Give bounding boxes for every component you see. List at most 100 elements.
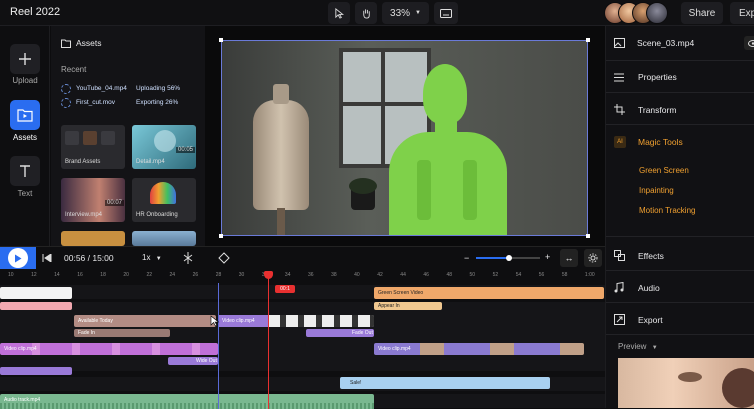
audio-label: Audio [638,283,660,293]
ruler-tick-label: 12 [31,272,37,278]
fit-icon[interactable]: ↔ [560,249,578,267]
plus-icon [17,51,33,67]
resize-handle[interactable] [586,38,590,42]
ruler-tick-label: 48 [446,272,452,278]
resize-handle[interactable] [586,234,590,238]
split-icon[interactable] [182,252,194,264]
ruler-tick-label: 38 [331,272,337,278]
track [0,302,605,316]
asset-duration: 00:07 [105,200,124,206]
tool-green-screen[interactable]: Green Screen [639,166,689,175]
available-today-clip[interactable]: Available Today [74,315,216,327]
playhead[interactable] [268,271,269,409]
resize-handle[interactable] [219,234,223,238]
fade-in-clip[interactable]: Fade In [74,329,170,337]
skip-icons[interactable] [42,254,60,262]
resize-handle[interactable] [219,38,223,42]
crop-icon [614,104,625,115]
video-clip-2[interactable]: Video clip.mp4 [218,315,374,327]
avatar[interactable] [646,2,668,24]
visibility-toggle[interactable] [744,36,754,50]
animate-out-clip[interactable] [0,302,72,310]
play-icon [14,254,22,263]
keyboard-button[interactable] [434,2,458,24]
preview-canvas [205,26,605,246]
video-clip-3[interactable]: Video clip.mp4 [374,343,584,355]
file-row[interactable]: Scene_03.mp4 [614,38,694,48]
ruler-tick-label: 42 [377,272,383,278]
asset-interview[interactable]: 00:07 Interview.mp4 [61,178,125,222]
zoom-out-icon[interactable]: − [464,253,469,263]
properties-row[interactable]: Properties [614,72,677,82]
ruler-tick-label: 50 [470,272,476,278]
asset-detail[interactable]: 00:05 Detail.mp4 [132,125,196,169]
time-display: 00:56 / 15:00 [64,253,114,263]
zoom-slider-fill [476,257,508,259]
share-button[interactable]: Share [681,2,723,24]
gear-icon [588,253,598,263]
video-clip-1[interactable]: Video clip.mp4 [0,343,218,355]
ruler-tick-label: 52 [493,272,499,278]
fade-out-clip[interactable]: Fade Out [306,329,374,337]
asset-thumb[interactable] [132,231,196,246]
play-button[interactable] [8,248,28,268]
export-label: Export [638,315,663,325]
zoom-slider-thumb[interactable] [506,255,512,261]
clip-label: Video clip.mp4 [218,315,268,327]
recent-label: Recent [61,65,86,74]
play-button-area[interactable] [0,247,36,269]
wide-out-clip[interactable]: Wide Out [168,357,218,365]
ruler-tick-label: 24 [170,272,176,278]
export-file-name: First_cut.mov [76,99,115,106]
tool-inpainting[interactable]: Inpainting [639,186,674,195]
preview-label: Preview [618,342,646,351]
project-title: Reel 2022 [10,6,60,18]
zoom-slider[interactable] [476,257,540,259]
assets-button[interactable] [10,100,40,130]
upload-button[interactable] [10,44,40,74]
zoom-in-icon[interactable]: + [545,252,550,262]
export-status: Exporting 26% [136,99,178,106]
sale-clip[interactable]: Sale! [340,377,550,389]
speed-select[interactable]: 1x ▼ [142,253,162,262]
asset-hr-onboarding[interactable]: HR Onboarding [132,178,196,222]
marker-label: 00:1 [275,285,295,293]
top-bar: Reel 2022 33% ▼ Share Exp [0,0,754,26]
ai-icon: AI [614,136,626,148]
chevron-down-icon: ▼ [415,10,421,16]
export-row[interactable]: Export [614,314,663,325]
effects-row[interactable]: Effects [614,250,664,261]
ruler-tick-label: 44 [400,272,406,278]
ruler-tick-label: 46 [423,272,429,278]
cursor-tool-button[interactable] [328,2,350,24]
export-button[interactable]: Exp [730,2,754,24]
text-button[interactable] [10,156,40,186]
ruler-tick-label: 30 [239,272,245,278]
zoom-select[interactable]: 33% ▼ [382,2,429,24]
folder-icon [61,39,71,48]
keyframe-icon[interactable] [218,252,230,264]
asset-label: HR Onboarding [136,212,178,218]
hand-tool-button[interactable] [355,2,377,24]
asset-brand-assets[interactable]: Brand Assets [61,125,125,169]
chevron-down-icon: ▼ [156,256,162,262]
selection-box[interactable] [221,40,588,236]
cursor-icon [210,315,220,327]
settings-button[interactable] [584,249,602,267]
timeline: 00:56 / 15:00 1x ▼ − + ↔ 101214161820222… [0,246,605,408]
green-screen-clip[interactable]: Green Screen Video [374,287,604,299]
asset-duration: 00:05 [176,147,195,153]
appear-clip[interactable]: Appear In [374,302,442,310]
transform-label: Transform [638,105,676,115]
ruler-tick-label: 16 [77,272,83,278]
asset-thumb[interactable] [61,231,125,246]
transform-row[interactable]: Transform [614,104,676,115]
time-ruler[interactable]: 1012141618202224262830323436384042444648… [0,271,605,283]
speed-value: 1x [142,253,150,262]
purple-clip[interactable] [0,367,72,375]
tool-motion-tracking[interactable]: Motion Tracking [639,206,695,215]
text-clip[interactable] [0,287,72,299]
preview-toggle[interactable]: Preview ▼ [618,342,658,351]
magic-tools-row[interactable]: AI Magic Tools [614,136,683,148]
audio-row[interactable]: Audio [614,282,660,293]
